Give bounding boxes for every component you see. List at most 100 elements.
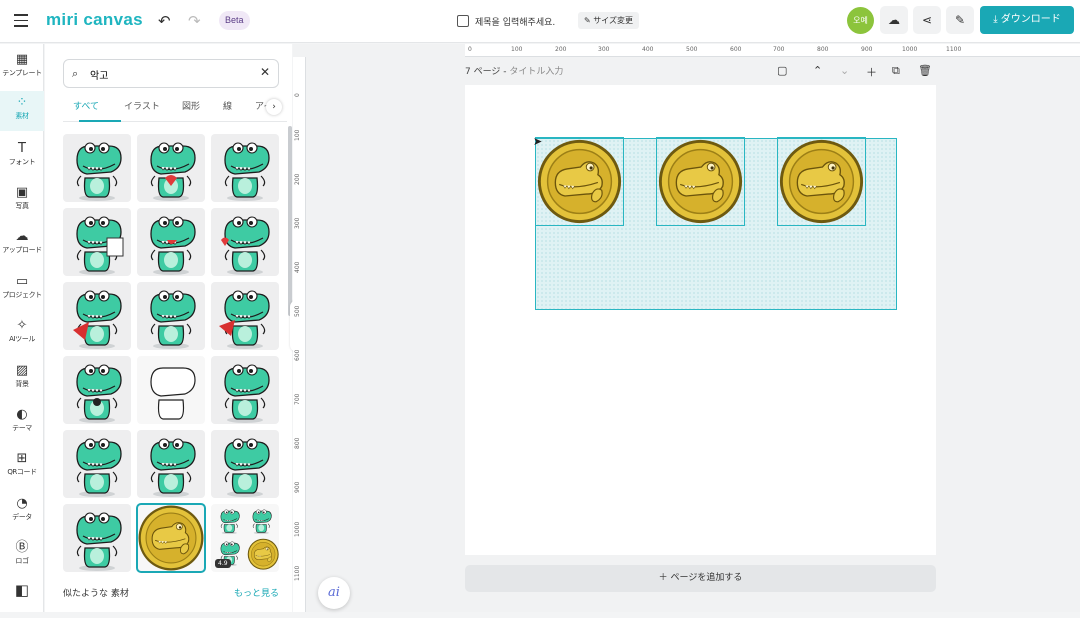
nav-elements[interactable]: ⁘ 素材 <box>0 91 44 131</box>
ruler-tick-label: 700 <box>773 46 785 53</box>
more-link[interactable]: もっと見る <box>234 586 279 599</box>
list-item[interactable] <box>211 134 279 202</box>
redo-icon[interactable]: ↷ <box>188 12 201 30</box>
ruler-vertical: 0 100 200 300 400 500 600 700 800 900 10… <box>293 57 306 612</box>
nav-project[interactable]: ▭ プロジェクト <box>0 270 44 310</box>
list-item[interactable] <box>63 134 131 202</box>
page-number: 7 ページ - <box>465 67 510 77</box>
avatar[interactable]: 오예 <box>847 7 874 34</box>
ai-assistant-button[interactable]: ai <box>318 577 350 609</box>
list-item[interactable]: 4.9 <box>211 504 279 572</box>
add-page-label: ページを追加する <box>670 573 743 583</box>
nav-brand[interactable]: ◧ <box>0 578 44 618</box>
list-item[interactable] <box>137 282 205 350</box>
nav-label: QRコード <box>7 468 37 476</box>
list-item[interactable] <box>137 356 205 424</box>
list-item[interactable] <box>63 504 131 572</box>
ruler-tick-label: 1000 <box>294 521 301 537</box>
document-title[interactable]: 제목을 입력해주세요. <box>457 11 555 31</box>
panel-scrollbar[interactable] <box>288 126 292 316</box>
nav-data[interactable]: ◔ データ <box>0 492 44 532</box>
search-input[interactable] <box>90 65 240 83</box>
nav-label: 写真 <box>15 202 29 210</box>
download-button[interactable]: ⤓ ダウンロード <box>980 6 1074 34</box>
nav-ai-tools[interactable]: ✧ AIツール <box>0 314 44 354</box>
list-item-selected[interactable] <box>136 503 206 573</box>
tab-all[interactable]: すべて <box>73 100 99 114</box>
list-item[interactable] <box>63 208 131 276</box>
list-item[interactable] <box>211 208 279 276</box>
similar-section: 似たような 素材 もっと見る <box>63 586 279 599</box>
nav-label: フォント <box>8 158 36 166</box>
trash-icon[interactable]: 🗑 <box>918 64 932 77</box>
list-item[interactable] <box>63 430 131 498</box>
elements-icon: ⁘ <box>16 95 28 110</box>
photo-icon: ▣ <box>15 185 29 200</box>
undo-icon[interactable]: ↶ <box>158 12 171 30</box>
page-frame-icon[interactable]: ▢ <box>777 64 787 77</box>
list-item[interactable] <box>137 208 205 276</box>
page-header: 7 ページ - タイトル入力 <box>465 64 563 77</box>
menu-icon[interactable] <box>14 14 28 27</box>
ruler-horizontal: 0 100 200 300 400 500 600 700 800 900 10… <box>465 44 1080 57</box>
ruler-tick-label: 800 <box>817 46 829 53</box>
tab-illust[interactable]: イラスト <box>124 100 160 114</box>
top-bar: miri canvas ↶ ↷ Beta 제목을 입력해주세요. ✎ サイズ変更… <box>0 0 1080 43</box>
app-logo[interactable]: miri canvas <box>46 10 143 30</box>
nav-background[interactable]: ▨ 背景 <box>0 359 44 399</box>
chevron-down-icon[interactable]: ⌄ <box>840 64 849 77</box>
ruler-tick-label: 0 <box>468 46 472 53</box>
share-icon[interactable]: ⋖ <box>913 6 941 34</box>
ruler-tick-label: 900 <box>294 481 301 493</box>
nav-label: AIツール <box>9 335 35 343</box>
nav-label: ロゴ <box>15 557 29 565</box>
ruler-tick-label: 300 <box>294 217 301 229</box>
list-item[interactable] <box>63 282 131 350</box>
chart-icon: ◔ <box>16 496 28 511</box>
mouse-cursor-icon: ➤ <box>533 135 543 148</box>
clear-icon[interactable]: ✕ <box>260 65 270 79</box>
nav-photo[interactable]: ▣ 写真 <box>0 181 44 221</box>
coin-element[interactable] <box>656 137 745 226</box>
brand-icon: ◧ <box>14 581 30 599</box>
nav-upload[interactable]: ☁ アップロード <box>0 225 44 265</box>
page-title-input[interactable]: タイトル入力 <box>509 67 563 77</box>
resize-button[interactable]: ✎ サイズ変更 <box>578 12 640 29</box>
list-item[interactable] <box>137 134 205 202</box>
logo-b-icon: Ⓑ <box>15 540 29 555</box>
nav-label: 素材 <box>15 112 29 120</box>
nav-label: データ <box>12 513 32 521</box>
chevron-right-icon[interactable]: › <box>266 99 282 115</box>
list-item[interactable] <box>137 430 205 498</box>
list-item[interactable] <box>211 356 279 424</box>
ruler-tick-label: 1000 <box>902 46 918 53</box>
nav-font[interactable]: T フォント <box>0 137 44 177</box>
coin-element[interactable] <box>535 137 624 226</box>
nav-qr[interactable]: ⊞ QRコード <box>0 447 44 487</box>
list-item[interactable] <box>63 356 131 424</box>
search-box[interactable]: ⌕ ✕ <box>63 59 279 88</box>
tab-shape[interactable]: 図形 <box>182 100 200 114</box>
folder-icon: ▭ <box>15 274 29 289</box>
list-item[interactable] <box>211 430 279 498</box>
tab-line[interactable]: 線 <box>223 100 232 114</box>
edit-mode-icon[interactable]: ✎ <box>946 6 974 34</box>
chevron-up-icon[interactable]: ⌃ <box>813 64 822 77</box>
ruler-tick-label: 300 <box>598 46 610 53</box>
ruler-tick-label: 800 <box>294 437 301 449</box>
ruler-tick-label: 1100 <box>946 46 962 53</box>
document-title-text[interactable]: 제목을 입력해주세요. <box>475 15 555 28</box>
ruler-tick-label: 600 <box>294 349 301 361</box>
duplicate-icon[interactable]: ⧉ <box>892 64 900 78</box>
add-icon[interactable]: ＋ <box>866 64 877 80</box>
nav-label: プロジェクト <box>2 291 42 299</box>
add-page-button[interactable]: ＋ ページを追加する <box>465 565 936 592</box>
nav-logo[interactable]: Ⓑ ロゴ <box>0 536 44 576</box>
cloud-save-icon[interactable]: ☁ <box>880 6 908 34</box>
qr-icon: ⊞ <box>16 451 28 466</box>
list-item[interactable] <box>211 282 279 350</box>
nav-template[interactable]: ▦ テンプレート <box>0 48 44 88</box>
nav-label: アップロード <box>2 246 42 254</box>
coin-element[interactable] <box>777 137 866 226</box>
nav-theme[interactable]: ◐ テーマ <box>0 403 44 443</box>
